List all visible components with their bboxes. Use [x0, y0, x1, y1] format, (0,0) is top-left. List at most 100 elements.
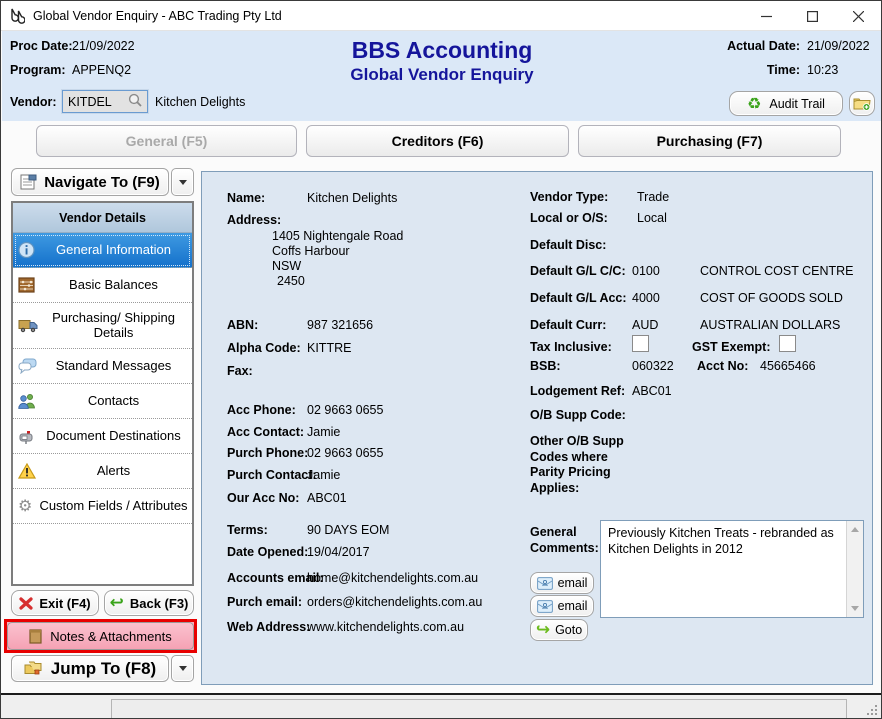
our-acc-no-label: Our Acc No:: [227, 491, 299, 505]
people-icon: [18, 393, 36, 409]
exit-button[interactable]: Exit (F4): [11, 590, 99, 616]
purch-phone-label: Purch Phone:: [227, 446, 308, 460]
close-button[interactable]: [835, 1, 881, 31]
attachments-folder-button[interactable]: [849, 91, 875, 116]
goto-website-button[interactable]: ↪ Goto: [530, 619, 588, 641]
chevron-down-icon: [179, 666, 187, 671]
form-list-icon: [20, 174, 37, 190]
back-label: Back (F3): [130, 596, 189, 611]
red-cross-icon: [19, 597, 33, 610]
back-arrow-icon: ↩: [110, 595, 124, 612]
abn-value: 987 321656: [307, 318, 373, 332]
default-curr-value: AUD: [632, 318, 658, 332]
speech-bubbles-icon: [18, 358, 37, 374]
actual-date-value: 21/09/2022: [807, 39, 870, 53]
accounts-email-button[interactable]: email: [530, 572, 594, 594]
notepad-icon: [29, 629, 42, 644]
notes-attachments-label: Notes & Attachments: [50, 629, 171, 644]
ob-supp-code-label: O/B Supp Code:: [530, 408, 626, 422]
abn-label: ABN:: [227, 318, 258, 332]
mailbox-icon: [18, 428, 36, 444]
default-disc-label: Default Disc:: [530, 238, 606, 252]
navigate-to-dropdown[interactable]: [171, 168, 194, 196]
app-window: Global Vendor Enquiry - ABC Trading Pty …: [0, 0, 882, 719]
local-os-value: Local: [637, 211, 667, 225]
acct-no-label: Acct No:: [697, 359, 748, 373]
navigate-to-button[interactable]: Navigate To (F9): [11, 168, 169, 196]
purch-email-value: orders@kitchendelights.com.au: [307, 595, 482, 609]
purch-email-button[interactable]: email: [530, 595, 594, 617]
comments-scrollbar[interactable]: [846, 521, 863, 617]
default-gl-acc-label: Default G/L Acc:: [530, 291, 627, 305]
default-gl-cc-label: Default G/L C/C:: [530, 264, 626, 278]
maximize-button[interactable]: [789, 1, 835, 31]
header: Proc Date: 21/09/2022 Program: APPENQ2 B…: [2, 31, 882, 121]
name-value: Kitchen Delights: [307, 191, 397, 205]
sidebar-item-general-information[interactable]: General Information: [13, 233, 192, 268]
sidebar-item-label: Document Destinations: [46, 429, 180, 444]
sidebar-item-document-destinations[interactable]: Document Destinations: [13, 419, 192, 454]
back-button[interactable]: ↩ Back (F3): [104, 590, 194, 616]
minimize-button[interactable]: [743, 1, 789, 31]
sidebar-item-label: Basic Balances: [69, 278, 158, 293]
notes-attachments-button[interactable]: Notes & Attachments: [7, 622, 194, 650]
audit-trail-button[interactable]: ♻ Audit Trail: [729, 91, 843, 116]
acct-no-value: 45665466: [760, 359, 816, 373]
purch-phone-value: 02 9663 0655: [307, 446, 383, 460]
proc-date-label: Proc Date:: [10, 39, 73, 53]
sidebar-item-label: Alerts: [97, 464, 130, 479]
resize-grip-icon[interactable]: [865, 703, 877, 715]
address-line-2: Coffs Harbour: [272, 244, 350, 258]
general-comments-text: Previously Kitchen Treats - rebranded as…: [608, 526, 834, 556]
default-curr-label: Default Curr:: [530, 318, 606, 332]
address-line-1: 1405 Nightengale Road: [272, 229, 403, 243]
purch-contact-label: Purch Contact:: [227, 468, 317, 482]
jump-to-dropdown[interactable]: [171, 655, 194, 682]
sidebar-header: Vendor Details: [13, 203, 192, 233]
sidebar-item-basic-balances[interactable]: Basic Balances: [13, 268, 192, 303]
vendor-label: Vendor:: [10, 95, 57, 109]
acc-phone-value: 02 9663 0655: [307, 403, 383, 417]
accounts-email-value: home@kitchendelights.com.au: [307, 571, 478, 585]
chevron-down-icon: [179, 180, 187, 185]
recycle-icon: ♻: [747, 96, 761, 112]
vendor-lookup-icon[interactable]: [128, 93, 143, 113]
sidebar-item-contacts[interactable]: Contacts: [13, 384, 192, 419]
lodgement-ref-value: ABC01: [632, 384, 672, 398]
purch-contact-value: Jamie: [307, 468, 340, 482]
exit-label: Exit (F4): [39, 596, 90, 611]
program-value: APPENQ2: [72, 63, 131, 77]
sidebar-item-alerts[interactable]: Alerts: [13, 454, 192, 489]
sidebar-item-standard-messages[interactable]: Standard Messages: [13, 349, 192, 384]
tab-purchasing[interactable]: Purchasing (F7): [578, 125, 841, 157]
date-opened-value: 19/04/2017: [307, 545, 370, 559]
sidebar-item-custom-fields[interactable]: ⚙ Custom Fields / Attributes: [13, 489, 192, 524]
default-curr-desc: AUSTRALIAN DOLLARS: [700, 318, 840, 332]
tax-inclusive-checkbox[interactable]: [632, 335, 649, 352]
general-comments-box[interactable]: Previously Kitchen Treats - rebranded as…: [600, 520, 864, 618]
app-title: BBS Accounting: [242, 37, 642, 64]
close-icon: [853, 11, 864, 22]
maximize-icon: [807, 11, 818, 22]
sidebar-item-label: Contacts: [88, 394, 139, 409]
acc-phone-label: Acc Phone:: [227, 403, 296, 417]
sidebar-item-purchasing-shipping[interactable]: Purchasing/ Shipping Details: [13, 303, 192, 349]
address-label: Address:: [227, 213, 281, 227]
delivery-truck-icon: [18, 318, 38, 333]
date-opened-label: Date Opened:: [227, 545, 308, 559]
general-details-panel: Name: Kitchen Delights Address: 1405 Nig…: [201, 171, 873, 685]
local-os-label: Local or O/S:: [530, 211, 608, 225]
actual-date-label: Actual Date:: [722, 39, 800, 53]
general-comments-label: General Comments:: [530, 525, 604, 556]
gst-exempt-checkbox[interactable]: [779, 335, 796, 352]
audit-trail-label: Audit Trail: [769, 97, 825, 111]
lodgement-ref-label: Lodgement Ref:: [530, 384, 625, 398]
scroll-down-icon: [851, 606, 859, 611]
tab-creditors[interactable]: Creditors (F6): [306, 125, 569, 157]
window-title: Global Vendor Enquiry - ABC Trading Pty …: [33, 9, 282, 23]
envelope-icon: [537, 577, 553, 590]
vendor-name: Kitchen Delights: [155, 95, 245, 109]
purch-email-label: Purch email:: [227, 595, 302, 609]
tab-general[interactable]: General (F5): [36, 125, 297, 157]
jump-to-button[interactable]: Jump To (F8): [11, 655, 169, 682]
